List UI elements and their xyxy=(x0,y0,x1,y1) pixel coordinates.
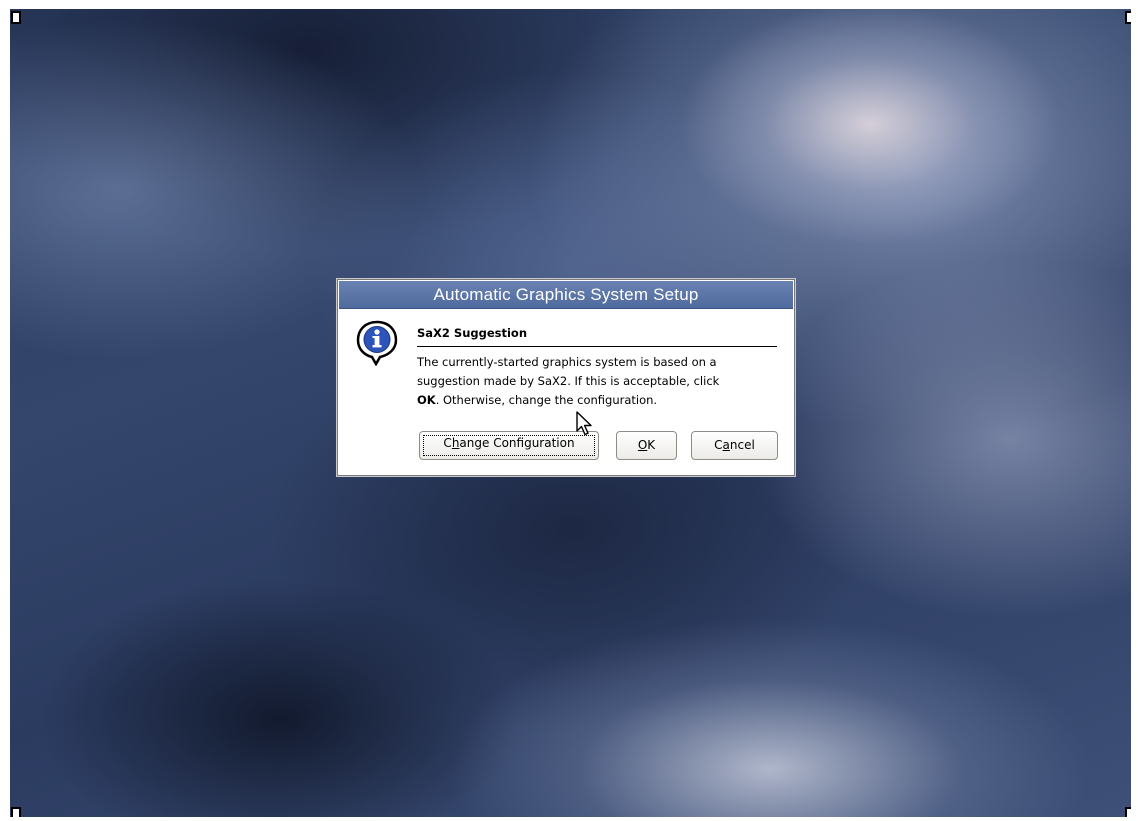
message-line-3: . Otherwise, change the configuration. xyxy=(435,393,658,407)
screen-corner-marker xyxy=(11,11,21,24)
cancel-label: Cancel xyxy=(714,438,755,452)
change-configuration-label: Change Configuration xyxy=(443,436,575,450)
dialog-heading: SaX2 Suggestion xyxy=(417,326,528,340)
ok-label: OK xyxy=(637,438,656,452)
screen-corner-marker xyxy=(1125,11,1131,24)
sax2-dialog: Automatic Graphics System Setup SaX2 Sug… xyxy=(337,279,795,476)
change-configuration-button[interactable]: Change Configuration xyxy=(419,431,599,460)
message-line-1: The currently-started graphics system is… xyxy=(417,355,717,369)
message-bold-ok: OK xyxy=(417,393,436,407)
info-icon xyxy=(356,320,398,366)
ok-button[interactable]: OK xyxy=(616,431,677,460)
mouse-pointer-icon xyxy=(576,411,592,436)
heading-divider xyxy=(417,346,777,347)
dialog-titlebar[interactable]: Automatic Graphics System Setup xyxy=(339,281,793,309)
message-line-2: suggestion made by SaX2. If this is acce… xyxy=(417,374,720,388)
screen-corner-marker xyxy=(1125,807,1131,817)
dialog-message: The currently-started graphics system is… xyxy=(417,353,782,410)
screen-corner-marker xyxy=(11,807,21,817)
dialog-title: Automatic Graphics System Setup xyxy=(433,285,699,304)
cancel-button[interactable]: Cancel xyxy=(691,431,778,460)
